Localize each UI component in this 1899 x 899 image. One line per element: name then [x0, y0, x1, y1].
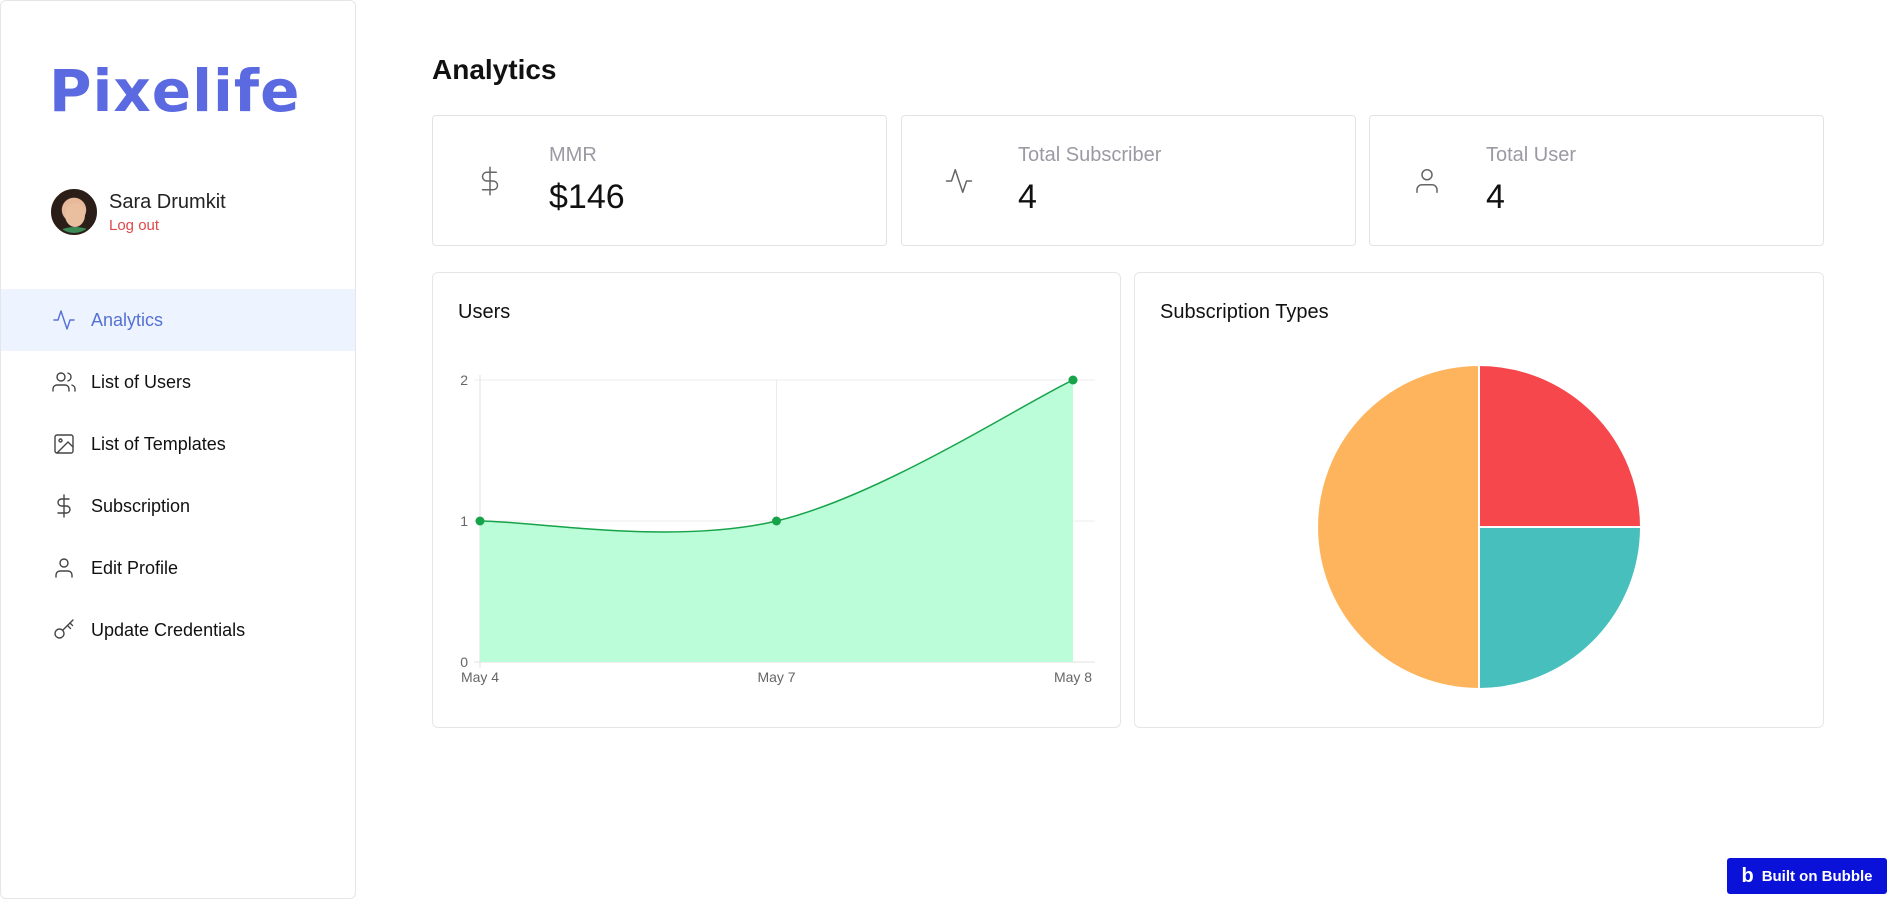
- activity-icon: [51, 307, 77, 333]
- sidebar-item-label: List of Users: [91, 371, 192, 392]
- y-tick-label: 1: [460, 513, 468, 529]
- sidebar-item-list-of-templates[interactable]: List of Templates: [1, 413, 355, 475]
- user-name: Sara Drumkit: [109, 190, 226, 213]
- data-point[interactable]: [1068, 375, 1078, 385]
- pie-slice[interactable]: [1478, 363, 1643, 528]
- activity-icon: [944, 161, 974, 201]
- stat-value: 4: [1486, 178, 1505, 216]
- bubble-logo-icon: b: [1741, 864, 1754, 887]
- logout-link[interactable]: Log out: [109, 217, 226, 234]
- sidebar-item-label: Edit Profile: [91, 557, 179, 578]
- stat-value: 4: [1018, 178, 1037, 216]
- image-icon: [51, 431, 77, 457]
- subscription-types-panel: Subscription Types: [1134, 272, 1824, 728]
- dollar-icon: [475, 161, 505, 201]
- sidebar: Pixelife Sara Drumkit Log out Analytics …: [0, 0, 356, 899]
- data-point[interactable]: [475, 516, 485, 526]
- sidebar-item-edit-profile[interactable]: Edit Profile: [1, 537, 355, 599]
- page-title: Analytics: [432, 54, 557, 85]
- sidebar-item-label: List of Templates: [91, 433, 226, 454]
- x-tick-label: May 8: [1054, 669, 1092, 685]
- sidebar-item-update-credentials[interactable]: Update Credentials: [1, 599, 355, 661]
- stat-card-total-user: Total User 4: [1369, 115, 1824, 246]
- brand-logo[interactable]: Pixelife: [49, 57, 300, 125]
- sidebar-item-label: Update Credentials: [91, 619, 246, 640]
- stat-value: $146: [549, 178, 625, 216]
- dollar-icon: [51, 493, 77, 519]
- sidebar-nav: Analytics List of Users List of Template…: [1, 289, 355, 661]
- key-icon: [51, 617, 77, 643]
- users-chart-panel: Users 0 1 2 May 4 May 7 May 8: [432, 272, 1121, 728]
- y-tick-label: 2: [460, 372, 468, 388]
- user-icon: [1412, 161, 1442, 201]
- stat-card-mmr: MMR $146: [432, 115, 887, 246]
- sidebar-item-label: Subscription: [91, 495, 191, 516]
- pie-slice[interactable]: [1316, 363, 1480, 691]
- sidebar-item-list-of-users[interactable]: List of Users: [1, 351, 355, 413]
- stat-label: Total Subscriber: [1018, 144, 1162, 166]
- subscription-pie-chart: [1316, 363, 1643, 691]
- badge-label: Built on Bubble: [1761, 867, 1873, 885]
- users-icon: [51, 369, 77, 395]
- sidebar-item-label: Analytics: [91, 309, 164, 330]
- users-area-chart: 0 1 2 May 4 May 7 May 8: [460, 372, 1095, 685]
- x-tick-label: May 4: [461, 669, 499, 685]
- stat-card-total-subscriber: Total Subscriber 4: [901, 115, 1356, 246]
- stat-label: MMR: [549, 144, 597, 166]
- sidebar-item-subscription[interactable]: Subscription: [1, 475, 355, 537]
- sidebar-item-analytics[interactable]: Analytics: [1, 289, 355, 351]
- user-icon: [51, 555, 77, 581]
- stat-label: Total User: [1486, 144, 1577, 166]
- x-tick-label: May 7: [757, 669, 795, 685]
- avatar: [51, 189, 97, 235]
- pie-slice[interactable]: [1478, 526, 1643, 691]
- data-point[interactable]: [772, 516, 781, 526]
- user-profile: Sara Drumkit Log out: [51, 189, 226, 235]
- built-on-bubble-badge[interactable]: b Built on Bubble: [1727, 858, 1887, 894]
- y-tick-label: 0: [460, 654, 468, 670]
